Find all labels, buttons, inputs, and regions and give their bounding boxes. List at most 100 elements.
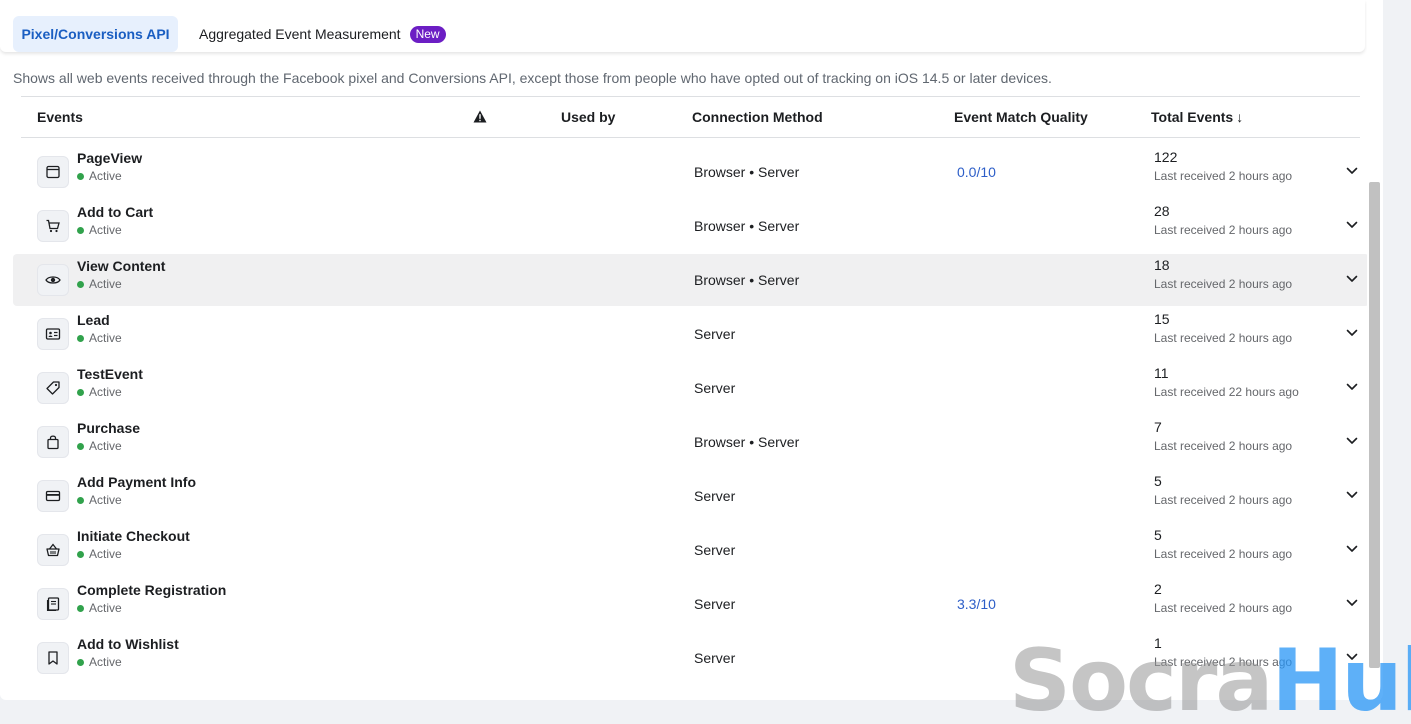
bookmark-icon bbox=[37, 642, 69, 674]
event-name: Lead bbox=[77, 312, 110, 328]
event-name: View Content bbox=[77, 258, 166, 274]
total-events-count: 5 bbox=[1154, 473, 1162, 489]
column-header-used-by: Used by bbox=[561, 109, 616, 125]
event-status: Active bbox=[77, 655, 122, 669]
shopping-bag-icon bbox=[37, 426, 69, 458]
connection-method: Browser • Server bbox=[694, 272, 800, 288]
table-row[interactable]: Add to Cart Active Browser • Server 28 Last … bbox=[13, 200, 1369, 252]
warning-icon bbox=[473, 110, 487, 123]
total-events-count: 5 bbox=[1154, 527, 1162, 543]
last-received: Last received 2 hours ago bbox=[1154, 277, 1293, 291]
event-match-quality-link[interactable]: 0.0/10 bbox=[957, 164, 996, 180]
tab-label: Aggregated Event Measurement bbox=[199, 26, 401, 42]
total-events-count: 11 bbox=[1154, 365, 1169, 381]
chevron-down-icon[interactable] bbox=[1344, 595, 1360, 611]
active-status-dot bbox=[77, 226, 84, 234]
connection-method: Browser • Server bbox=[694, 434, 800, 450]
active-status-dot bbox=[77, 658, 84, 666]
active-status-dot bbox=[77, 604, 84, 612]
credit-card-icon bbox=[37, 480, 69, 512]
column-header-connection-method: Connection Method bbox=[692, 109, 823, 125]
last-received: Last received 22 hours ago bbox=[1154, 385, 1299, 399]
chevron-down-icon[interactable] bbox=[1344, 217, 1360, 233]
event-status: Active bbox=[77, 385, 122, 399]
event-name: TestEvent bbox=[77, 366, 143, 382]
status-label: Active bbox=[89, 493, 122, 507]
tab-pixel-conversions-api[interactable]: Pixel/Conversions API bbox=[13, 16, 178, 52]
tab-bar: Pixel/Conversions API Aggregated Event M… bbox=[0, 0, 1365, 52]
event-name: Add to Cart bbox=[77, 204, 154, 220]
event-status: Active bbox=[77, 277, 122, 291]
connection-method: Server bbox=[694, 380, 736, 396]
active-status-dot bbox=[77, 496, 84, 504]
total-events-count: 18 bbox=[1154, 257, 1170, 273]
connection-method: Server bbox=[694, 488, 736, 504]
event-status: Active bbox=[77, 169, 122, 183]
table-row[interactable]: Initiate Checkout Active Server 5 Last recei… bbox=[13, 524, 1369, 576]
total-events-label: Total Events bbox=[1151, 109, 1234, 125]
status-label: Active bbox=[89, 601, 122, 615]
events-panel: Pixel/Conversions API Aggregated Event M… bbox=[0, 0, 1383, 700]
new-badge: New bbox=[409, 25, 446, 43]
event-name: PageView bbox=[77, 150, 143, 166]
event-status: Active bbox=[77, 331, 122, 345]
table-row[interactable]: Add Payment Info Active Server 5 Last receiv… bbox=[13, 470, 1369, 522]
table-row[interactable]: View Content Active Browser • Server 18 Last… bbox=[13, 254, 1369, 306]
last-received: Last received 2 hours ago bbox=[1154, 547, 1293, 561]
scrollbar-thumb[interactable] bbox=[1369, 182, 1380, 668]
connection-method: Server bbox=[694, 596, 736, 612]
event-status: Active bbox=[77, 439, 122, 453]
event-status: Active bbox=[77, 547, 122, 561]
last-received: Last received 2 hours ago bbox=[1154, 439, 1293, 453]
chevron-down-icon[interactable] bbox=[1344, 379, 1360, 395]
status-label: Active bbox=[89, 439, 122, 453]
active-status-dot bbox=[77, 280, 84, 288]
chevron-down-icon[interactable] bbox=[1344, 325, 1360, 341]
last-received: Last received 2 hours ago bbox=[1154, 601, 1293, 615]
connection-method: Server bbox=[694, 326, 736, 342]
table-row[interactable]: Lead Active Server 15 Last received 2 hours … bbox=[13, 308, 1369, 360]
event-name: Add to Wishlist bbox=[77, 636, 179, 652]
connection-method: Browser • Server bbox=[694, 164, 800, 180]
last-received: Last received 2 hours ago bbox=[1154, 331, 1293, 345]
total-events-count: 2 bbox=[1154, 581, 1162, 597]
active-status-dot bbox=[77, 550, 84, 558]
status-label: Active bbox=[89, 169, 122, 183]
chevron-down-icon[interactable] bbox=[1344, 433, 1360, 449]
total-events-count: 7 bbox=[1154, 419, 1162, 435]
last-received: Last received 2 hours ago bbox=[1154, 169, 1293, 183]
event-name: Initiate Checkout bbox=[77, 528, 190, 544]
event-name: Add Payment Info bbox=[77, 474, 197, 490]
event-status: Active bbox=[77, 223, 122, 237]
chevron-down-icon[interactable] bbox=[1344, 487, 1360, 503]
basket-icon bbox=[37, 534, 69, 566]
total-events-count: 15 bbox=[1154, 311, 1170, 327]
connection-method: Server bbox=[694, 542, 736, 558]
watermark-logo: SocraHub bbox=[1009, 631, 1411, 724]
chevron-down-icon[interactable] bbox=[1344, 271, 1360, 287]
total-events-count: 28 bbox=[1154, 203, 1170, 219]
description-text: Shows all web events received through th… bbox=[13, 70, 1052, 86]
active-status-dot bbox=[77, 172, 84, 180]
table-row[interactable]: Purchase Active Browser • Server 7 Last rece… bbox=[13, 416, 1369, 468]
table-row[interactable]: TestEvent Active Server 11 Last received 22 … bbox=[13, 362, 1369, 414]
browser-window-icon bbox=[37, 156, 69, 188]
eye-icon bbox=[37, 264, 69, 296]
column-header-total-events[interactable]: Total Events ↓ bbox=[1151, 109, 1243, 125]
chevron-down-icon[interactable] bbox=[1344, 541, 1360, 557]
sort-arrow-icon: ↓ bbox=[1236, 109, 1244, 125]
status-label: Active bbox=[89, 277, 122, 291]
table-row[interactable]: Complete Registration Active Server 3.3/10 2… bbox=[13, 578, 1369, 630]
connection-method: Server bbox=[694, 650, 736, 666]
event-name: Complete Registration bbox=[77, 582, 227, 598]
event-status: Active bbox=[77, 601, 122, 615]
connection-method: Browser • Server bbox=[694, 218, 800, 234]
status-label: Active bbox=[89, 223, 122, 237]
table-header: Events Used by Connection Method Event M… bbox=[21, 97, 1360, 138]
tab-aggregated-event-measurement[interactable]: Aggregated Event Measurement New bbox=[199, 16, 446, 52]
chevron-down-icon[interactable] bbox=[1344, 163, 1360, 179]
status-label: Active bbox=[89, 655, 122, 669]
table-row[interactable]: PageView Active Browser • Server 0.0/10 122 L… bbox=[13, 146, 1369, 198]
event-status: Active bbox=[77, 493, 122, 507]
event-match-quality-link[interactable]: 3.3/10 bbox=[957, 596, 996, 612]
